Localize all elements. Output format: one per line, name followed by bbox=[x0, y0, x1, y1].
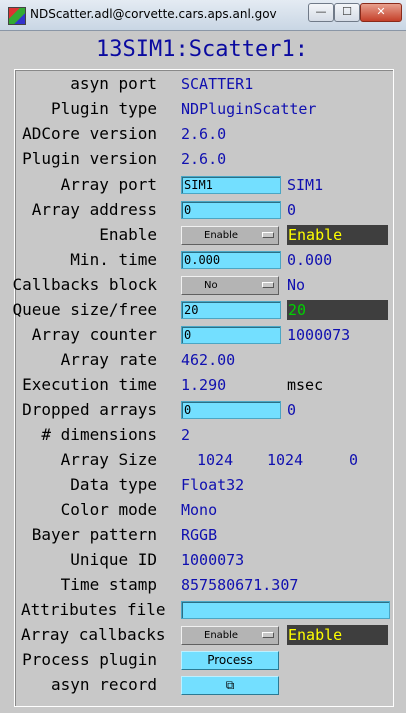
asyn-record-label: asyn record bbox=[51, 675, 157, 694]
array-rate-value: 462.00 bbox=[181, 351, 236, 369]
enable-status: Enable bbox=[287, 225, 388, 245]
array-size-y: 1024 bbox=[267, 451, 304, 469]
callbacks-block-readback: No bbox=[287, 276, 306, 294]
array-port-label: Array port bbox=[60, 175, 157, 194]
page-title: 13SIM1:Scatter1: bbox=[96, 37, 308, 62]
enable-menu[interactable]: Enable bbox=[181, 226, 279, 245]
dropped-arrays-input[interactable]: 0 bbox=[181, 401, 281, 419]
close-button[interactable]: ✕ bbox=[360, 3, 402, 22]
dimensions-value: 2 bbox=[181, 426, 191, 444]
menu-arrow-icon bbox=[262, 632, 274, 638]
execution-time-unit: msec bbox=[287, 376, 324, 394]
adcore-version-value: 2.6.0 bbox=[181, 125, 227, 143]
min-time-readback: 0.000 bbox=[287, 251, 333, 269]
bayer-pattern-value: RGGB bbox=[181, 526, 218, 544]
adcore-version-label: ADCore version bbox=[22, 124, 157, 143]
asyn-port-value: SCATTER1 bbox=[181, 75, 254, 93]
array-rate-label: Array rate bbox=[60, 350, 157, 369]
plugin-type-label: Plugin type bbox=[51, 99, 157, 118]
array-counter-input[interactable]: 0 bbox=[181, 326, 281, 344]
queue-free-status: 20 bbox=[287, 300, 388, 320]
array-callbacks-status: Enable bbox=[287, 625, 388, 645]
window-titlebar: NDScatter.adl@corvette.cars.aps.anl.gov … bbox=[0, 0, 406, 31]
app-icon bbox=[8, 7, 26, 25]
asyn-port-label: asyn port bbox=[70, 74, 157, 93]
array-size-label: Array Size bbox=[60, 450, 157, 469]
queue-size-input[interactable]: 20 bbox=[181, 301, 281, 319]
maximize-button[interactable]: ☐ bbox=[334, 3, 360, 22]
execution-time-value: 1.290 bbox=[181, 376, 227, 394]
array-address-input[interactable]: 0 bbox=[181, 201, 281, 219]
data-type-label: Data type bbox=[70, 475, 157, 494]
array-callbacks-label: Array callbacks bbox=[21, 625, 166, 644]
menu-arrow-icon bbox=[262, 232, 274, 238]
array-port-input[interactable]: SIM1 bbox=[181, 176, 281, 194]
asyn-record-button[interactable]: ⧉ bbox=[181, 676, 279, 695]
callbacks-block-menu[interactable]: No bbox=[181, 276, 279, 295]
color-mode-value: Mono bbox=[181, 501, 218, 519]
callbacks-block-label: Callbacks block bbox=[12, 275, 158, 294]
related-display-icon: ⧉ bbox=[225, 678, 235, 692]
enable-label: Enable bbox=[99, 225, 157, 244]
callbacks-block-menu-value: No bbox=[204, 280, 218, 291]
process-plugin-label: Process plugin bbox=[22, 650, 157, 669]
dropped-arrays-label: Dropped arrays bbox=[22, 400, 157, 419]
enable-menu-value: Enable bbox=[204, 230, 239, 241]
time-stamp-label: Time stamp bbox=[60, 575, 157, 594]
dropped-arrays-readback: 0 bbox=[287, 401, 297, 419]
array-address-readback: 0 bbox=[287, 201, 297, 219]
array-address-label: Array address bbox=[31, 200, 157, 219]
plugin-version-label: Plugin version bbox=[22, 149, 157, 168]
plugin-type-value: NDPluginScatter bbox=[181, 100, 317, 118]
plugin-version-value: 2.6.0 bbox=[181, 150, 227, 168]
bayer-pattern-label: Bayer pattern bbox=[31, 525, 157, 544]
window-title: NDScatter.adl@corvette.cars.aps.anl.gov bbox=[30, 7, 277, 21]
min-time-input[interactable]: 0.000 bbox=[181, 251, 281, 269]
minimize-button[interactable]: — bbox=[308, 3, 334, 22]
unique-id-value: 1000073 bbox=[181, 551, 245, 569]
dimensions-label: # dimensions bbox=[41, 425, 157, 444]
data-type-value: Float32 bbox=[181, 476, 245, 494]
plugin-panel: asyn port SCATTER1 Plugin type NDPluginS… bbox=[12, 69, 394, 707]
color-mode-label: Color mode bbox=[60, 500, 157, 519]
min-time-label: Min. time bbox=[70, 250, 157, 269]
array-counter-readback: 1000073 bbox=[287, 326, 351, 344]
menu-arrow-icon bbox=[262, 282, 274, 288]
process-button[interactable]: Process bbox=[181, 651, 279, 670]
attributes-file-input[interactable] bbox=[181, 601, 390, 619]
array-size-z: 0 bbox=[349, 451, 359, 469]
array-counter-label: Array counter bbox=[31, 325, 157, 344]
array-port-readback: SIM1 bbox=[287, 176, 324, 194]
queue-size-label: Queue size/free bbox=[12, 300, 158, 319]
array-callbacks-menu-value: Enable bbox=[204, 630, 239, 641]
attributes-file-label: Attributes file bbox=[21, 600, 166, 619]
array-callbacks-menu[interactable]: Enable bbox=[181, 626, 279, 645]
execution-time-label: Execution time bbox=[22, 375, 157, 394]
medm-screen: 13SIM1:Scatter1: asyn port SCATTER1 Plug… bbox=[4, 31, 400, 709]
time-stamp-value: 857580671.307 bbox=[181, 576, 299, 594]
array-size-x: 1024 bbox=[197, 451, 234, 469]
unique-id-label: Unique ID bbox=[70, 550, 157, 569]
